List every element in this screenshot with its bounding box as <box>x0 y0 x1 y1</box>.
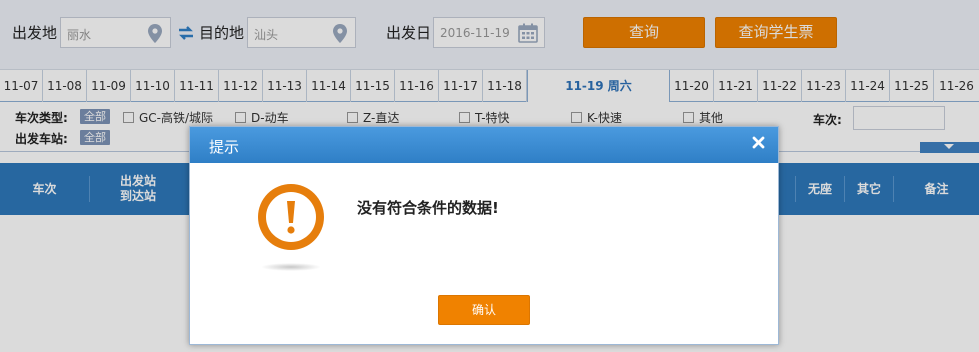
dialog-message: 没有符合条件的数据! <box>357 199 499 217</box>
confirm-button[interactable]: 确认 <box>438 295 530 325</box>
warning-icon <box>258 184 324 271</box>
dialog-title: 提示 <box>209 138 240 156</box>
close-icon[interactable] <box>751 135 766 150</box>
alert-dialog: 提示 没有符合条件的数据! 确认 <box>189 126 779 345</box>
dialog-header: 提示 <box>190 127 778 163</box>
